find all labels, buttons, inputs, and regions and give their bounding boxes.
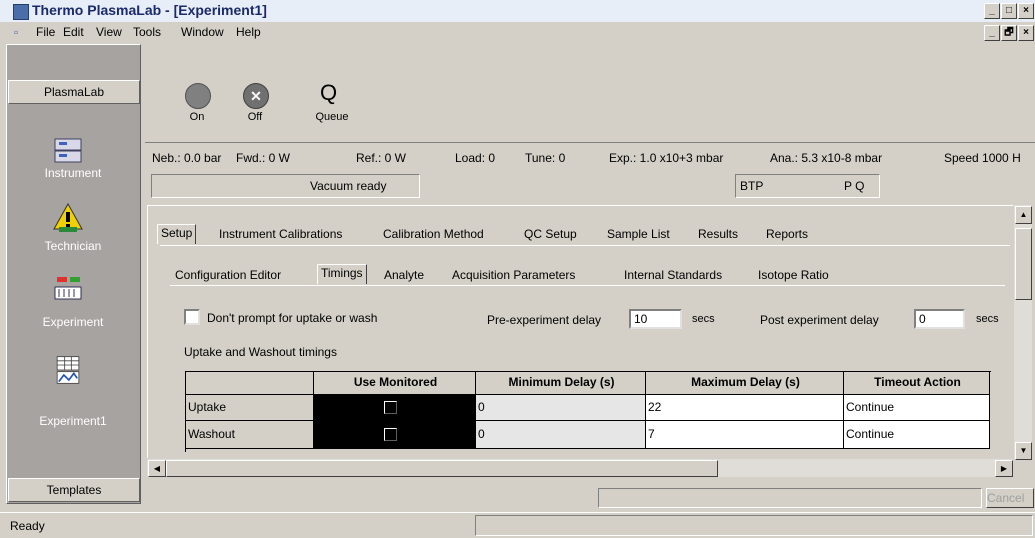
off-icon[interactable]: ✕: [243, 83, 269, 109]
post-delay-input[interactable]: 0: [914, 309, 965, 329]
tab-sample-list[interactable]: Sample List: [607, 227, 670, 241]
close-button[interactable]: ×: [1018, 3, 1034, 19]
column-header-minimum-delay[interactable]: Minimum Delay (s): [476, 372, 646, 395]
reflected-power-readout: Ref.: 0 W: [356, 151, 407, 165]
vertical-scroll-thumb[interactable]: [1015, 228, 1032, 300]
sidebar-footer-templates[interactable]: Templates: [8, 478, 140, 502]
washout-timeout-action-cell[interactable]: Continue: [844, 421, 990, 449]
row-header-uptake[interactable]: Uptake: [186, 395, 314, 421]
instrument-icon[interactable]: [51, 136, 85, 166]
tab-internal-standards[interactable]: Internal Standards: [624, 268, 722, 282]
pre-delay-unit: secs: [692, 313, 715, 325]
menu-window[interactable]: Window: [181, 25, 224, 39]
tab-results[interactable]: Results: [698, 227, 738, 241]
horizontal-scroll-thumb[interactable]: [166, 460, 718, 477]
technician-icon[interactable]: [51, 203, 85, 233]
app-icon: [13, 4, 29, 20]
tab-analyte[interactable]: Analyte: [384, 268, 424, 282]
minimize-button[interactable]: _: [984, 3, 1000, 19]
tune-readout: Tune: 0: [525, 151, 566, 165]
doc-minimize-button[interactable]: _: [984, 25, 1000, 41]
scroll-up-button[interactable]: ▲: [1015, 206, 1032, 224]
tab-qc-setup[interactable]: QC Setup: [524, 227, 577, 241]
scroll-left-button[interactable]: ◀: [148, 460, 166, 477]
menu-help[interactable]: Help: [236, 25, 261, 39]
status-bar-panel: [475, 515, 1033, 536]
tab-timings[interactable]: Timings: [317, 264, 367, 284]
timings-group-label: Uptake and Washout timings: [184, 345, 337, 359]
on-button[interactable]: On: [172, 111, 222, 123]
subtab-strip-line: [170, 285, 1005, 286]
grid-corner-header: [186, 372, 314, 395]
queue-button[interactable]: Queue: [307, 111, 357, 123]
menu-tools[interactable]: Tools: [133, 25, 161, 39]
tab-calibration-method[interactable]: Calibration Method: [383, 227, 484, 241]
scroll-down-button[interactable]: ▼: [1015, 442, 1032, 460]
uptake-timeout-action-cell[interactable]: Continue: [844, 395, 990, 421]
washout-use-monitored-cell[interactable]: [314, 421, 476, 449]
experiment1-icon[interactable]: [51, 355, 85, 385]
menu-file[interactable]: File: [36, 25, 55, 39]
on-icon[interactable]: [185, 83, 211, 109]
uptake-min-delay-cell[interactable]: 0: [476, 395, 646, 421]
sidebar-item-technician[interactable]: Technician: [8, 239, 138, 253]
uptake-use-monitored-cell[interactable]: [314, 395, 476, 421]
dont-prompt-label: Don't prompt for uptake or wash: [207, 311, 378, 325]
post-delay-unit: secs: [976, 313, 999, 325]
row-header-washout[interactable]: Washout: [186, 421, 314, 449]
vacuum-status-text: Vacuum ready: [310, 179, 387, 193]
window-title: Thermo PlasmaLab - [Experiment1]: [32, 2, 267, 18]
uptake-max-delay-cell[interactable]: 22: [646, 395, 844, 421]
tab-reports[interactable]: Reports: [766, 227, 808, 241]
column-header-maximum-delay[interactable]: Maximum Delay (s): [646, 372, 844, 395]
menu-view[interactable]: View: [96, 25, 122, 39]
sidebar-header[interactable]: PlasmaLab: [8, 80, 140, 104]
status-bar-text: Ready: [10, 519, 45, 533]
washout-min-delay-cell[interactable]: 0: [476, 421, 646, 449]
btp-text: BTP: [740, 179, 764, 193]
tab-configuration-editor[interactable]: Configuration Editor: [175, 268, 281, 282]
doc-close-button[interactable]: ×: [1018, 25, 1034, 41]
tab-isotope-ratio[interactable]: Isotope Ratio: [758, 268, 829, 282]
document-icon[interactable]: ▫: [14, 25, 28, 39]
timings-grid: Use Monitored Minimum Delay (s) Maximum …: [185, 371, 991, 452]
tab-strip-line: [160, 245, 1010, 246]
dont-prompt-checkbox[interactable]: [184, 309, 200, 325]
sidebar-item-experiment[interactable]: Experiment: [8, 315, 138, 329]
menu-edit[interactable]: Edit: [63, 25, 84, 39]
washout-max-delay-cell[interactable]: 7: [646, 421, 844, 449]
speed-readout: Speed 1000 H: [944, 151, 1021, 165]
washout-use-monitored-checkbox[interactable]: [384, 428, 397, 441]
pq-text: P Q: [844, 179, 865, 193]
progress-bar: [598, 488, 982, 508]
analyzer-pressure-readout: Ana.: 5.3 x10-8 mbar: [770, 151, 883, 165]
experiment-icon[interactable]: [51, 273, 85, 303]
nebulizer-readout: Neb.: 0.0 bar: [152, 151, 222, 165]
uptake-use-monitored-checkbox[interactable]: [384, 401, 397, 414]
cancel-button[interactable]: Cancel: [986, 488, 1034, 508]
doc-restore-button[interactable]: 🗗: [1001, 25, 1017, 41]
column-header-use-monitored[interactable]: Use Monitored: [314, 372, 476, 395]
tab-setup[interactable]: Setup: [157, 224, 197, 244]
load-readout: Load: 0: [455, 151, 496, 165]
tab-acquisition-parameters[interactable]: Acquisition Parameters: [452, 268, 575, 282]
expansion-pressure-readout: Exp.: 1.0 x10+3 mbar: [609, 151, 724, 165]
maximize-button[interactable]: □: [1001, 3, 1017, 19]
pre-delay-input[interactable]: 10: [629, 309, 682, 329]
pre-delay-label: Pre-experiment delay: [487, 313, 602, 327]
sidebar-item-experiment1[interactable]: Experiment1: [8, 414, 138, 428]
sidebar-item-instrument[interactable]: Instrument: [8, 166, 138, 180]
tab-instrument-calibrations[interactable]: Instrument Calibrations: [219, 227, 342, 241]
off-button[interactable]: Off: [230, 111, 280, 123]
status-divider: [145, 142, 1035, 143]
post-delay-label: Post experiment delay: [760, 313, 879, 327]
queue-icon[interactable]: Q: [320, 80, 337, 106]
column-header-timeout-action[interactable]: Timeout Action: [844, 372, 990, 395]
forward-power-readout: Fwd.: 0 W: [236, 151, 291, 165]
scroll-right-button[interactable]: ▶: [995, 460, 1013, 477]
